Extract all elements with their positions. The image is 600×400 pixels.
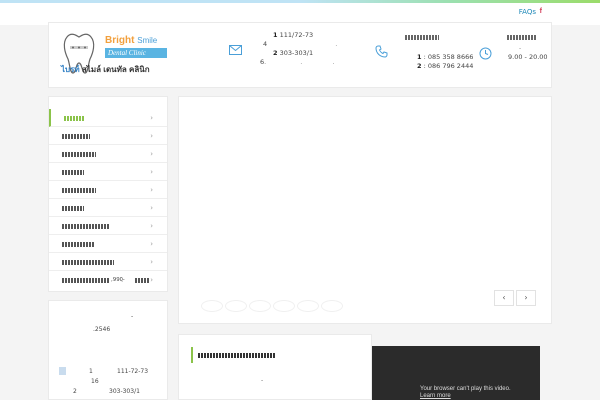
logo-bright-text: Bright xyxy=(105,35,135,46)
sidebar-item-label xyxy=(62,188,96,193)
chevron-right-icon: › xyxy=(150,240,153,248)
sidebar-item-label xyxy=(62,224,110,229)
sidebar-item-3[interactable]: › xyxy=(49,145,167,163)
address-3-num: 2 xyxy=(273,49,278,57)
slider-next-button[interactable]: › xyxy=(516,290,536,306)
sidebar-item-label xyxy=(62,242,94,247)
slider-dot[interactable] xyxy=(249,300,271,312)
opening-hours: 9.00 - 20.00 xyxy=(508,53,548,61)
phone-2-text[interactable]: : 086 796 2444 xyxy=(424,62,474,70)
contact-addr1-sub: 16 xyxy=(91,378,99,385)
hours-separator: . xyxy=(519,43,522,51)
sidebar-item-label-tail xyxy=(135,278,149,283)
content-section: - xyxy=(178,334,372,400)
sidebar-item-5[interactable]: › xyxy=(49,181,167,199)
phone-2-num: 2 xyxy=(417,62,422,70)
chevron-right-icon: › xyxy=(150,204,153,212)
phone-1-text[interactable]: : 085 358 8666 xyxy=(424,53,474,61)
logo-dental-clinic: Dental Clinic xyxy=(105,48,167,58)
sidebar-item-9[interactable]: › xyxy=(49,253,167,271)
sidebar-item-2[interactable]: › xyxy=(49,127,167,145)
sidebar-item-6[interactable]: › xyxy=(49,199,167,217)
slider-dot[interactable] xyxy=(321,300,343,312)
sidebar-item-label xyxy=(62,134,90,139)
map-pin-icon xyxy=(59,367,66,375)
hours-heading xyxy=(507,35,537,40)
facebook-icon[interactable]: f xyxy=(540,5,542,19)
slider-dot[interactable] xyxy=(273,300,295,312)
chevron-right-icon: › xyxy=(150,132,153,140)
established-year: .2546 xyxy=(93,326,111,333)
phone-numbers: 1 : 085 358 8666 2 : 086 796 2444 xyxy=(417,53,473,71)
logo-wordmark: Bright Smile xyxy=(105,35,157,46)
chevron-right-icon: › xyxy=(150,168,153,176)
phone-1-num: 1 xyxy=(417,53,422,61)
sidebar-item-price: ,990ฺ- xyxy=(111,277,125,283)
sidebar-item-7[interactable]: › xyxy=(49,217,167,235)
sidebar-item-label xyxy=(64,116,84,121)
phone-heading xyxy=(405,35,439,40)
contact-addr1-text: 111-72-73 xyxy=(117,368,149,375)
contact-addr1-num: 1 xyxy=(89,368,93,375)
logo-smile-text: Smile xyxy=(137,36,158,45)
chevron-right-icon: › xyxy=(150,222,153,230)
chevron-right-icon: › xyxy=(150,258,153,266)
address-3-text: 303-303/1 xyxy=(279,49,314,57)
sidebar-item-1[interactable]: › xyxy=(49,109,167,127)
address-2-num: 4 xyxy=(263,40,268,48)
video-error-message: Your browser can't play this video. xyxy=(420,386,511,392)
faqs-link[interactable]: FAQs xyxy=(519,5,536,19)
video-player[interactable]: Your browser can't play this video. Lear… xyxy=(372,346,540,400)
image-slider[interactable]: ‹ › xyxy=(178,96,552,324)
slider-dot[interactable] xyxy=(201,300,223,312)
chevron-right-icon: › xyxy=(150,114,153,122)
envelope-icon xyxy=(229,45,242,55)
section-heading xyxy=(191,347,276,363)
sidebar-menu: › › › › › › › › › ,990ฺ- › xyxy=(48,96,168,292)
learn-more-link[interactable]: Learn more xyxy=(420,393,451,399)
logo-thai-name-2: สไมล์ เดนทัล คลินิก xyxy=(81,65,150,74)
chevron-right-icon: › xyxy=(150,150,153,158)
sidebar-item-label xyxy=(62,152,96,157)
slider-pagination xyxy=(201,297,345,316)
contact-info-box: - .2546 1 111-72-73 16 2 303-303/1 xyxy=(48,300,168,400)
section-separator: - xyxy=(261,377,264,384)
contact-dash: - xyxy=(131,313,134,320)
sidebar-item-8[interactable]: › xyxy=(49,235,167,253)
contact-addr2-num: 2 xyxy=(73,388,77,395)
sidebar-item-label xyxy=(62,278,110,283)
address-block: 1 111/72-73 4 . 2 303-303/1 6. . . xyxy=(260,31,338,66)
sidebar-item-10[interactable]: ,990ฺ- › xyxy=(49,271,167,289)
chevron-right-icon: › xyxy=(150,186,153,194)
sidebar-item-label xyxy=(62,206,84,211)
slider-dot[interactable] xyxy=(297,300,319,312)
sidebar-item-label xyxy=(62,170,84,175)
phone-icon xyxy=(375,45,388,58)
slider-prev-button[interactable]: ‹ xyxy=(494,290,514,306)
clock-icon xyxy=(479,47,492,60)
address-1-text: 111/72-73 xyxy=(279,31,314,39)
logo-thai-name-1: ไบรท์ xyxy=(61,65,80,74)
address-1-num: 1 xyxy=(273,31,278,39)
slider-dot[interactable] xyxy=(225,300,247,312)
chevron-right-icon: › xyxy=(150,276,153,284)
clinic-logo[interactable]: Bright Smile Dental Clinic ไบรท์ สไมล์ เ… xyxy=(61,31,181,83)
sidebar-item-label xyxy=(62,260,114,265)
logo-thai-name: ไบรท์ สไมล์ เดนทัล คลินิก xyxy=(61,63,150,76)
site-header: Bright Smile Dental Clinic ไบรท์ สไมล์ เ… xyxy=(48,22,552,88)
sidebar-item-4[interactable]: › xyxy=(49,163,167,181)
contact-addr2-text: 303-303/1 xyxy=(109,388,140,395)
